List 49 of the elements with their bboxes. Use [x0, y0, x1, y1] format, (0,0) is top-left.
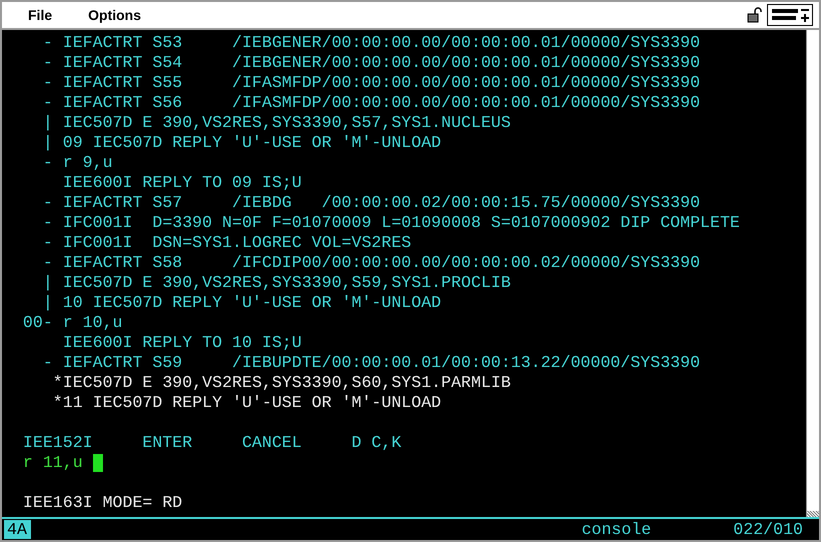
message-marker: - — [42, 353, 53, 373]
status-indicator: 4A — [4, 520, 31, 539]
session-name: console — [582, 520, 652, 539]
message-marker: - — [42, 253, 53, 273]
message-marker: - — [42, 233, 53, 253]
message-marker: - — [42, 193, 53, 213]
message-marker: - — [42, 153, 53, 173]
console-message: r 10,u — [62, 313, 122, 333]
message-marker: - — [42, 73, 53, 93]
console-message: IEFACTRT S54 /IEBGENER/00:00:00.00/00:00:00.01/00000/SYS3390 — [62, 53, 700, 73]
message-marker: | — [42, 133, 53, 153]
prompt-option: D C,K — [352, 433, 412, 453]
console-message: IEFACTRT S56 /IFASMFDP/00:00:00.00/00:00:00.01/00000/SYS3390 — [62, 93, 700, 113]
console-message: IFC001I D=3390 N=0F F=01070009 L=01090008 S=0107000902 DIP COMPLETE — [62, 213, 740, 233]
menu-item[interactable]: Options — [88, 7, 142, 23]
console-message: IEC507D E 390,VS2RES,SYS3390,S57,SYS1.NUCLEUS — [62, 113, 511, 133]
console-message: IEFACTRT S55 /IFASMFDP/00:00:00.00/00:00:00.01/00000/SYS3390 — [62, 73, 700, 93]
message-marker: | — [42, 293, 53, 313]
message-marker: - — [42, 93, 53, 113]
console-message: IEE600I REPLY TO 09 IS;U — [62, 173, 302, 193]
console-message: 09 IEC507D REPLY 'U'-USE OR 'M'-UNLOAD — [62, 133, 442, 153]
message-marker: - — [42, 33, 53, 53]
cursor-icon — [92, 454, 103, 472]
scrollbar[interactable] — [806, 30, 819, 517]
console-message: IEFACTRT S58 /IFCDIP00/00:00:00.00/00:00:00.02/00000/SYS3390 — [62, 253, 700, 273]
menu-item[interactable]: File — [28, 7, 52, 23]
console-message: 10 IEC507D REPLY 'U'-USE OR 'M'-UNLOAD — [62, 293, 442, 313]
console-message: IEFACTRT S57 /IEBDG /00:00:00.02/00:00:15.75/00000/SYS3390 — [62, 193, 700, 213]
prompt-option: ENTER — [142, 433, 242, 453]
console-message: *IEC507D E 390,VS2RES,SYS3390,S60,SYS1.PARMLIB — [52, 373, 511, 393]
console-message: IEC507D E 390,VS2RES,SYS3390,S59,SYS1.PROCLIB — [62, 273, 511, 293]
mode-message: IEE163I MODE= RD — [22, 493, 182, 513]
console-message: IEFACTRT S59 /IEBUPDTE/00:00:00.01/00:00:13.22/00000/SYS3390 — [62, 353, 700, 373]
cursor-position: 022/010 — [733, 520, 803, 539]
prompt-code: IEE152I — [22, 433, 94, 453]
message-marker: | — [42, 273, 53, 293]
message-marker: | — [42, 113, 53, 133]
console-message: r 9,u — [62, 153, 113, 173]
lock-icon[interactable] — [747, 7, 763, 23]
message-marker: - — [42, 213, 53, 233]
keyboard-icon[interactable] — [767, 4, 813, 26]
console-message: IFC001I DSN=SYS1.LOGREC VOL=VS2RES — [62, 233, 412, 253]
console-message: *11 IEC507D REPLY 'U'-USE OR 'M'-UNLOAD — [52, 393, 442, 413]
console-message: IEE600I REPLY TO 10 IS;U — [62, 333, 302, 353]
console-message: IEFACTRT S53 /IEBGENER/00:00:00.00/00:00:00.01/00000/SYS3390 — [62, 33, 700, 53]
message-marker: - — [42, 53, 53, 73]
message-marker: 00- — [22, 313, 53, 333]
prompt-option: CANCEL — [242, 433, 352, 453]
command-input[interactable]: r 11,u — [22, 453, 83, 473]
